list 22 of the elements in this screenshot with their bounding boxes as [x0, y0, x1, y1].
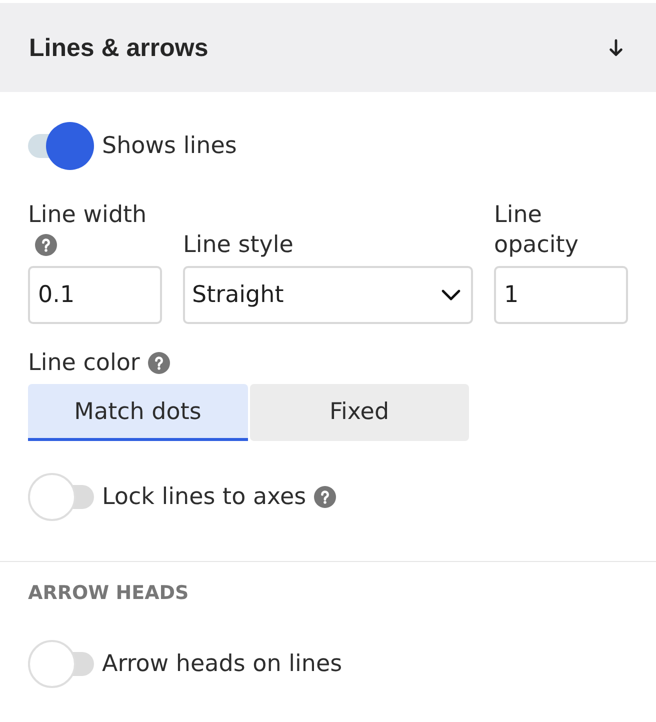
- help-icon[interactable]: [148, 352, 170, 374]
- select-field[interactable]: Straight: [183, 266, 473, 324]
- section-heading: ARROW HEADS: [28, 581, 189, 606]
- field-label: Line style: [183, 231, 294, 260]
- toggle-label: Lock lines to axes: [102, 483, 306, 512]
- field-label: Line color: [28, 349, 140, 378]
- toggle-switch[interactable]: [28, 122, 94, 170]
- help-icon[interactable]: [35, 234, 57, 256]
- arrow-down-icon[interactable]: [609, 38, 623, 56]
- toggle-switch[interactable]: [28, 473, 94, 521]
- segment-tab[interactable]: Fixed: [250, 384, 469, 441]
- number-field[interactable]: 0.1: [28, 266, 162, 324]
- field-label: Line opacity: [494, 201, 580, 260]
- toggle-label: Shows lines: [102, 132, 237, 161]
- toggle-switch[interactable]: [28, 640, 94, 688]
- number-field[interactable]: 1: [494, 266, 628, 324]
- panel-title: Lines & arrows: [29, 32, 208, 64]
- toggle-label: Arrow heads on lines: [102, 650, 342, 679]
- chevron-down-icon[interactable]: [441, 289, 461, 301]
- segment-tab[interactable]: Match dots: [28, 384, 248, 441]
- help-icon[interactable]: [314, 486, 336, 508]
- field-label: Line width: [28, 201, 147, 230]
